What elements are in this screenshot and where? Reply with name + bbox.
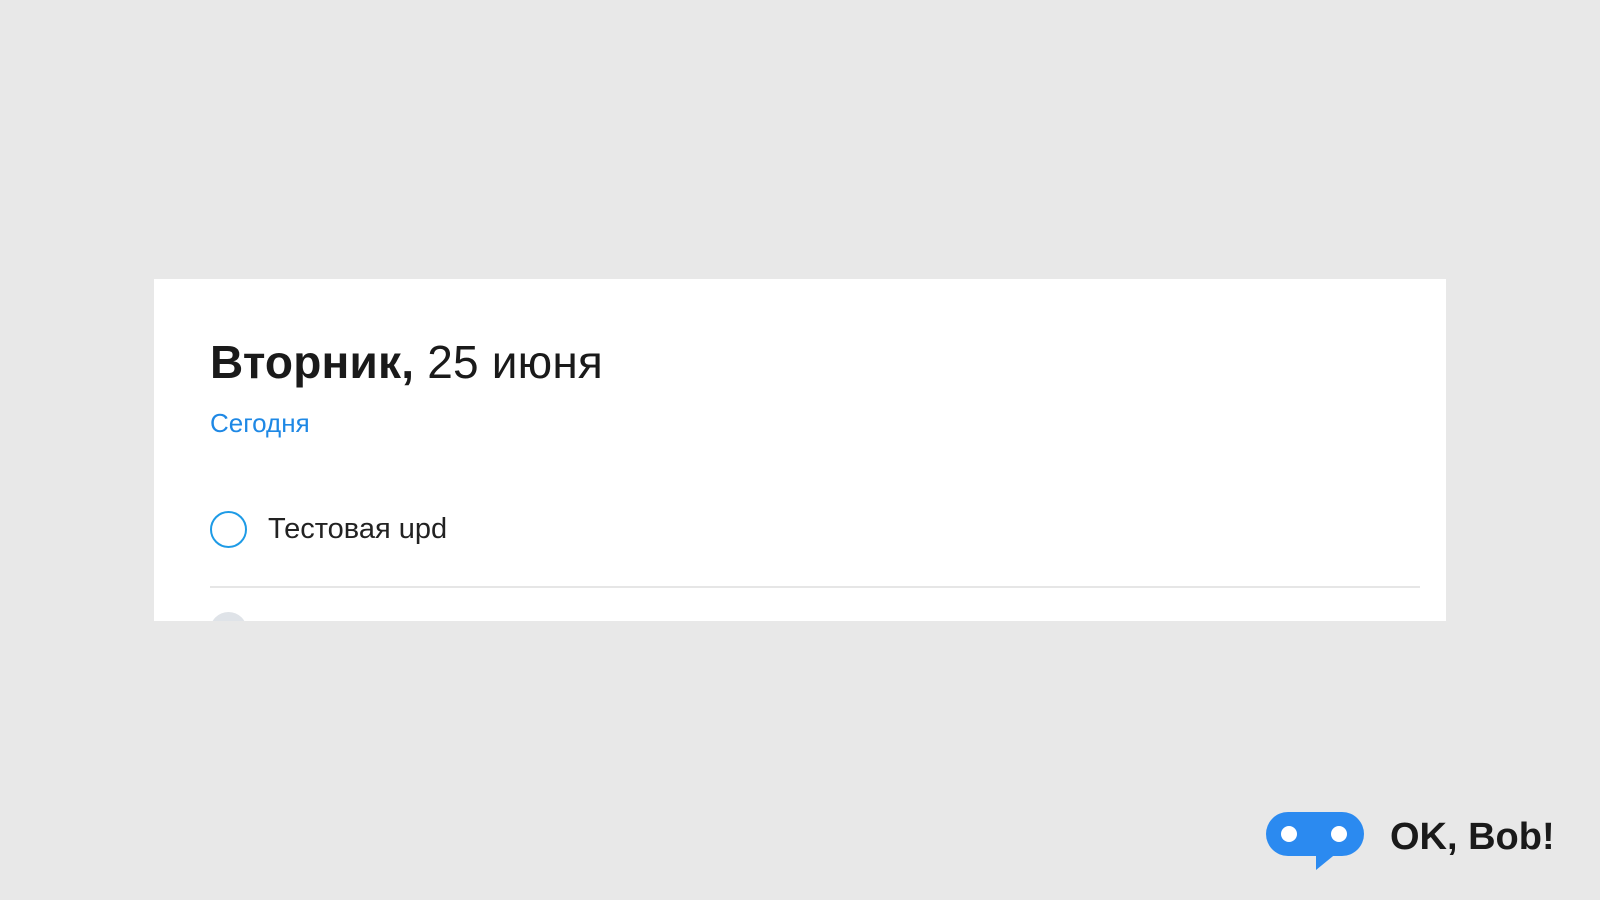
divider [210, 586, 1420, 588]
today-link[interactable]: Сегодня [210, 410, 310, 436]
brand-name: OK, Bob! [1390, 816, 1555, 858]
task-checkbox[interactable] [210, 511, 247, 548]
day-card: Вторник, 25 июня Сегодня Тестовая upd [154, 279, 1446, 621]
task-checkbox-partial[interactable] [210, 612, 247, 621]
task-row[interactable]: Тестовая upd [210, 511, 1420, 566]
day-weekday: Вторник, [210, 336, 415, 388]
task-label: Тестовая upd [268, 513, 448, 545]
day-date: 25 июня [427, 336, 604, 388]
brand: OK, Bob! [1266, 812, 1566, 872]
day-header: Вторник, 25 июня [210, 339, 603, 385]
speech-bubble-robot-icon [1266, 812, 1364, 870]
